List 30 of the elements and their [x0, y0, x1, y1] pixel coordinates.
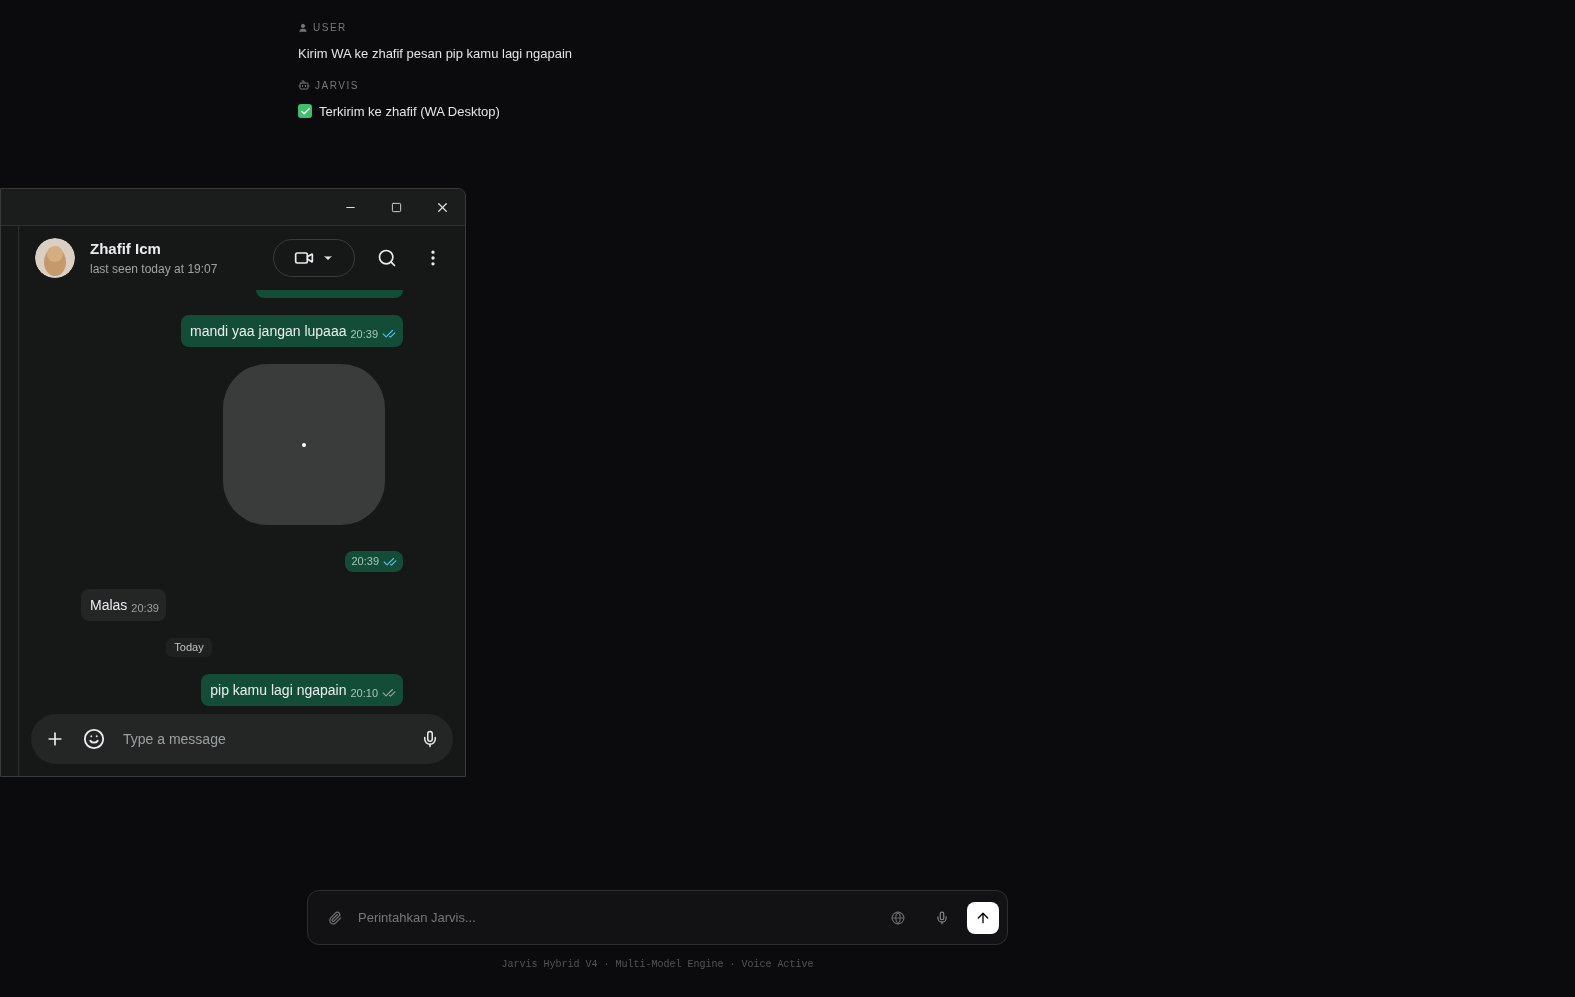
prompt-placeholder: Perintahkan Jarvis... — [358, 908, 477, 927]
contact-status: last seen today at 19:07 — [90, 261, 218, 279]
message-text: mandi yaa jangan lupaaa — [190, 322, 347, 342]
message-time: 20:10 — [350, 685, 378, 700]
robot-icon — [298, 79, 310, 91]
sticker-icon[interactable] — [83, 728, 105, 750]
role-label: JARVIS — [315, 78, 359, 93]
contact-name: Zhafif Icm — [90, 238, 162, 259]
message-time: 20:39 — [350, 327, 378, 342]
avatar — [35, 238, 75, 278]
date-chip: Today — [166, 638, 212, 657]
prompt-field[interactable]: Perintahkan Jarvis... — [307, 890, 1008, 945]
send-button[interactable] — [967, 901, 999, 934]
attach-icon[interactable] — [328, 910, 342, 925]
footer-text: Jarvis Hybrid V4 · Multi-Model Engine · Voice Active — [501, 958, 814, 972]
microphone-icon[interactable] — [421, 730, 439, 748]
maximize-icon[interactable] — [390, 201, 402, 213]
message-time: 20:39 — [131, 601, 159, 616]
message-time: 20:39 — [351, 554, 379, 570]
search-button[interactable] — [377, 248, 397, 268]
message-text: Kirim WA ke zhafif pesan pip kamu lagi ngapain — [298, 45, 573, 63]
role-label: USER — [313, 21, 347, 35]
message-placeholder: Type a message — [123, 729, 227, 749]
globe-icon[interactable] — [891, 910, 905, 925]
user-icon — [298, 22, 308, 33]
message-text: Terkirim ke zhafif (WA Desktop) — [319, 102, 500, 121]
message-composer[interactable]: Type a message — [31, 714, 453, 764]
message-text: pip kamu lagi ngapain — [210, 680, 347, 700]
loading-icon — [302, 442, 306, 447]
message-text: Malas — [90, 596, 128, 616]
